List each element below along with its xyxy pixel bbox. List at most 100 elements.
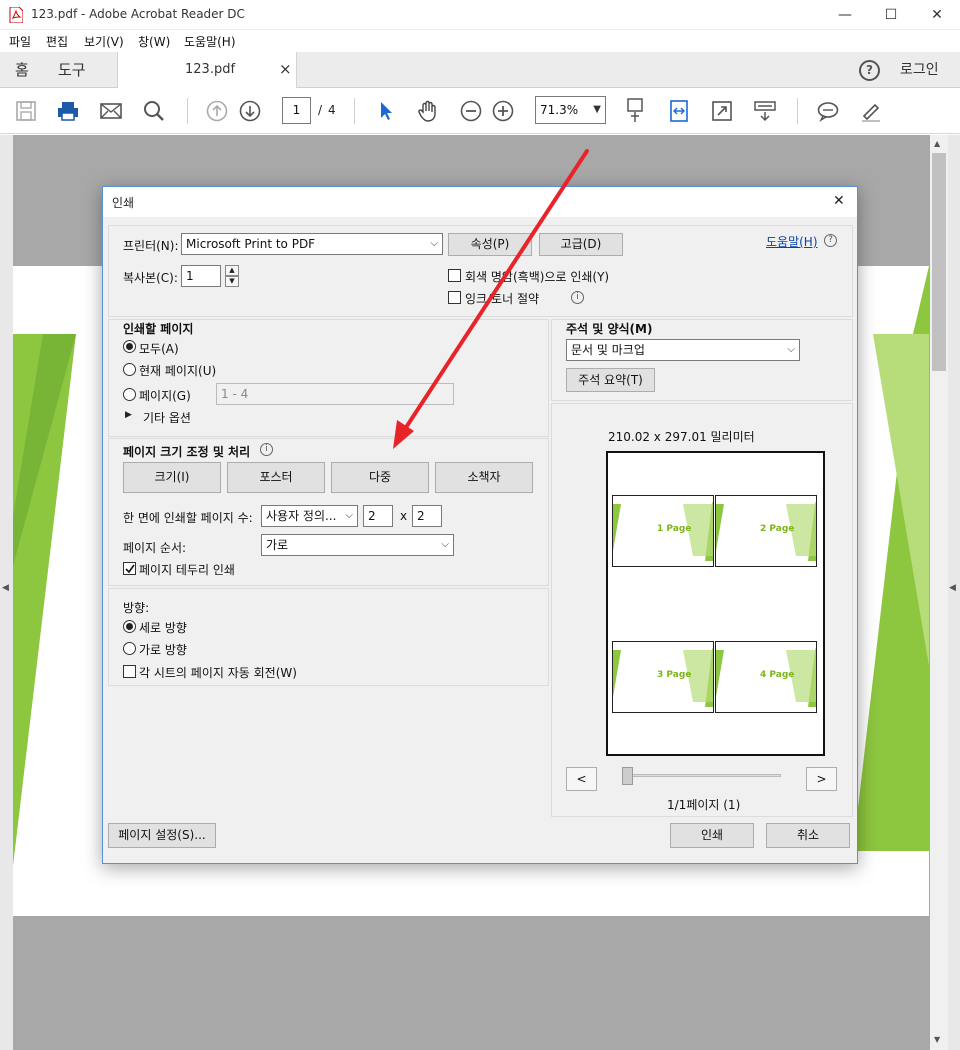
fit-page-icon[interactable] — [624, 98, 646, 124]
tab-document[interactable]: 123.pdf × — [117, 52, 297, 89]
previous-page-icon[interactable] — [206, 100, 228, 122]
tab-close-icon[interactable]: × — [279, 60, 292, 78]
close-window-button[interactable]: ✕ — [914, 0, 960, 30]
email-icon[interactable] — [100, 100, 122, 122]
help-info-icon: ? — [824, 234, 837, 247]
print-borders-checkbox[interactable] — [123, 562, 136, 575]
more-options-label[interactable]: 기타 옵션 — [143, 409, 191, 426]
checkmark-icon — [125, 564, 135, 574]
printer-select[interactable]: Microsoft Print to PDF ⌵ — [181, 233, 443, 255]
help-icon[interactable]: ? — [859, 60, 880, 81]
select-cursor-icon[interactable] — [375, 100, 397, 122]
menu-window[interactable]: 창(W) — [138, 33, 170, 50]
dialog-close-button[interactable]: ✕ — [833, 193, 845, 209]
window-title: 123.pdf - Adobe Acrobat Reader DC — [31, 7, 245, 21]
zoom-select[interactable]: 71.3% ▼ — [535, 96, 606, 124]
grayscale-label: 회색 명암(흑백)으로 인쇄(Y) — [465, 270, 610, 284]
booklet-button[interactable]: 소책자 — [435, 462, 533, 493]
login-link[interactable]: 로그인 — [900, 52, 939, 88]
save-icon[interactable] — [15, 100, 37, 122]
grid-times-label: x — [400, 509, 408, 523]
left-panel-toggle[interactable]: ◀ — [0, 135, 13, 1050]
page-setup-button[interactable]: 페이지 설정(S)... — [108, 823, 216, 848]
preview-slider-thumb[interactable] — [622, 767, 633, 785]
save-ink-label: 잉크/토너 절약 — [465, 292, 540, 306]
comments-forms-select[interactable]: 문서 및 마크업 ⌵ — [566, 339, 800, 361]
expand-arrow-icon[interactable]: ▶ — [125, 410, 132, 420]
grayscale-checkbox[interactable] — [448, 269, 461, 282]
preview-slider-track[interactable] — [625, 774, 781, 777]
pages-per-sheet-select[interactable]: 사용자 정의... ⌵ — [261, 505, 358, 527]
comment-icon[interactable] — [817, 100, 839, 122]
menu-view[interactable]: 보기(V) — [84, 33, 124, 50]
toolbar: 1 / 4 71.3% ▼ — [0, 88, 960, 134]
fit-width-icon[interactable] — [668, 100, 690, 122]
landscape-radio[interactable] — [123, 642, 136, 655]
preview-thumbnail: 3 Page — [612, 641, 714, 713]
advanced-button[interactable]: 고급(D) — [539, 233, 623, 256]
preview-thumbnail: 4 Page — [715, 641, 817, 713]
keyboard-scroll-icon[interactable] — [754, 100, 776, 122]
copies-input[interactable]: 1 — [181, 265, 221, 287]
page-number-input[interactable]: 1 — [282, 97, 311, 124]
save-ink-checkbox[interactable] — [448, 291, 461, 304]
vertical-scrollbar[interactable]: ▲ ▼ — [930, 135, 948, 1050]
print-button[interactable]: 인쇄 — [670, 823, 754, 848]
title-bar: 123.pdf - Adobe Acrobat Reader DC — ☐ ✕ — [0, 0, 960, 30]
page-order-select[interactable]: 가로 ⌵ — [261, 534, 454, 556]
scroll-down-icon[interactable]: ▼ — [934, 1035, 940, 1044]
tab-home[interactable]: 홈 — [15, 52, 29, 88]
grid-rows-input[interactable]: 2 — [412, 505, 442, 527]
landscape-label: 가로 방향 — [139, 643, 187, 657]
copies-increment-icon[interactable]: ▲ — [225, 265, 239, 276]
help-link[interactable]: 도움말(H) — [766, 233, 818, 250]
page-sizing-info-icon[interactable]: i — [260, 443, 273, 456]
cancel-button[interactable]: 취소 — [766, 823, 850, 848]
pages-all-radio[interactable] — [123, 340, 136, 353]
page-order-label: 페이지 순서: — [123, 541, 187, 555]
zoom-out-icon[interactable] — [460, 100, 482, 122]
size-button[interactable]: 크기(I) — [123, 462, 221, 493]
properties-button[interactable]: 속성(P) — [448, 233, 532, 256]
page-total: 4 — [328, 103, 336, 117]
page-sizing-title: 페이지 크기 조정 및 처리 — [123, 445, 251, 459]
grid-columns-input[interactable]: 2 — [363, 505, 393, 527]
page-separator: / — [318, 103, 323, 117]
highlight-pen-icon[interactable] — [860, 100, 882, 122]
dialog-title: 인쇄 — [112, 196, 135, 210]
pages-range-radio[interactable] — [123, 388, 136, 401]
print-icon[interactable] — [57, 100, 79, 122]
toolbar-divider — [187, 98, 188, 124]
minimize-button[interactable]: — — [822, 0, 868, 30]
menu-help[interactable]: 도움말(H) — [184, 33, 236, 50]
auto-rotate-checkbox[interactable] — [123, 665, 136, 678]
dialog-title-bar: 인쇄 ✕ — [103, 187, 857, 217]
paper-size-label: 210.02 x 297.01 밀리미터 — [608, 430, 755, 444]
portrait-label: 세로 방향 — [139, 621, 187, 635]
portrait-radio[interactable] — [123, 620, 136, 633]
search-icon[interactable] — [143, 100, 165, 122]
right-panel-toggle[interactable]: ◀ — [948, 135, 960, 1050]
preview-prev-button[interactable]: < — [566, 767, 597, 791]
auto-rotate-label: 각 시트의 페이지 자동 회전(W) — [139, 666, 297, 680]
save-ink-info-icon[interactable]: i — [571, 291, 584, 304]
thumbnail-label: 4 Page — [760, 670, 795, 680]
maximize-button[interactable]: ☐ — [868, 0, 914, 30]
copies-decrement-icon[interactable]: ▼ — [225, 276, 239, 287]
poster-button[interactable]: 포스터 — [227, 462, 325, 493]
summarize-comments-button[interactable]: 주석 요약(T) — [566, 368, 655, 392]
full-screen-icon[interactable] — [711, 100, 733, 122]
tab-tools[interactable]: 도구 — [58, 52, 86, 88]
scrollbar-thumb[interactable] — [932, 153, 946, 371]
preview-next-button[interactable]: > — [806, 767, 837, 791]
menu-file[interactable]: 파일 — [9, 33, 31, 50]
pages-current-radio[interactable] — [123, 363, 136, 376]
pages-range-input[interactable]: 1 - 4 — [216, 383, 454, 405]
printer-label: 프린터(N): — [123, 239, 179, 253]
zoom-in-icon[interactable] — [492, 100, 514, 122]
scroll-up-icon[interactable]: ▲ — [934, 139, 940, 148]
next-page-icon[interactable] — [239, 100, 261, 122]
hand-tool-icon[interactable] — [417, 100, 439, 122]
menu-edit[interactable]: 편집 — [46, 33, 68, 50]
multiple-button[interactable]: 다중 — [331, 462, 429, 493]
